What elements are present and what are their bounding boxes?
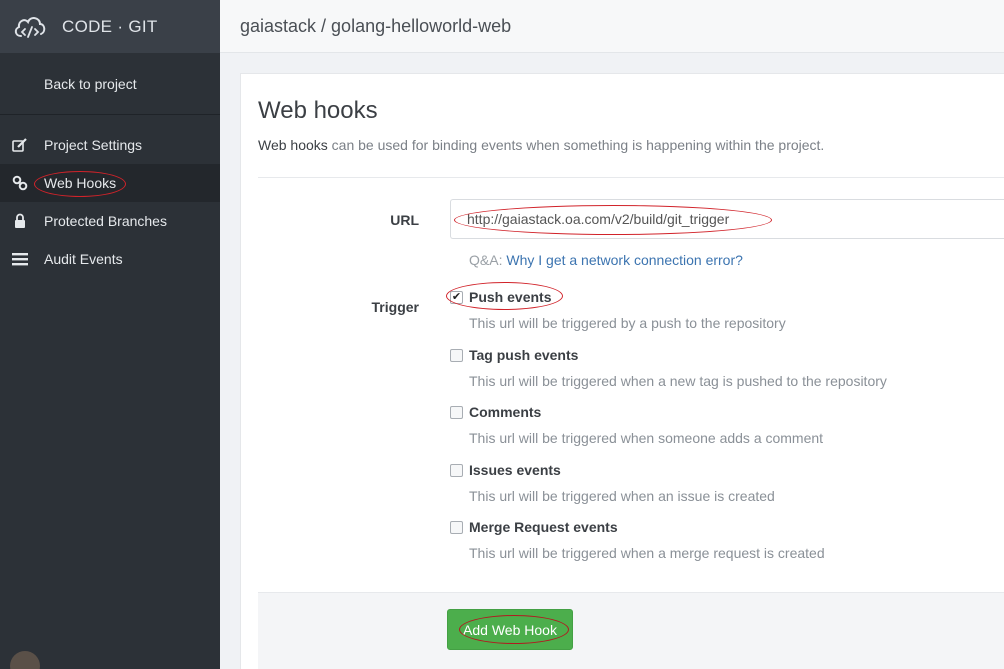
sidebar-item-web-hooks[interactable]: Web Hooks: [0, 164, 220, 202]
top-header: gaiastack / golang-helloworld-web: [220, 0, 1004, 53]
trigger-help: This url will be triggered by a push to …: [469, 315, 786, 331]
sidebar-item-project-settings[interactable]: Project Settings: [0, 126, 220, 164]
trigger-help: This url will be triggered when a merge …: [469, 545, 825, 561]
merge-request-events-checkbox[interactable]: [450, 521, 463, 534]
trigger-label: Trigger: [371, 299, 419, 315]
url-input[interactable]: [450, 199, 1004, 239]
page-description: Web hooks can be used for binding events…: [258, 137, 824, 153]
qa-help: Q&A: Why I get a network connection erro…: [469, 252, 743, 268]
trigger-title: Tag push events: [469, 347, 579, 363]
description-text: can be used for binding events when some…: [327, 137, 825, 153]
add-web-hook-button[interactable]: Add Web Hook: [447, 609, 573, 650]
list-icon: [12, 251, 28, 267]
breadcrumb: gaiastack / golang-helloworld-web: [240, 15, 512, 36]
qa-link[interactable]: Why I get a network connection error?: [506, 252, 743, 268]
sidebar-item-label: Protected Branches: [44, 213, 167, 229]
divider: [258, 177, 1004, 178]
lock-icon: [12, 213, 28, 229]
form-actions: [258, 592, 1004, 669]
issues-events-checkbox[interactable]: [450, 464, 463, 477]
sidebar: CODE · GIT Back to project Project Setti…: [0, 0, 220, 669]
link-icon: [12, 175, 28, 191]
sidebar-item-label: Project Settings: [44, 137, 143, 153]
url-label: URL: [390, 212, 419, 228]
trigger-title: Push events: [469, 289, 552, 305]
edit-icon: [12, 137, 28, 153]
brand-name: CODE · GIT: [62, 16, 158, 36]
trigger-help: This url will be triggered when someone …: [469, 430, 824, 446]
sidebar-item-protected-branches[interactable]: Protected Branches: [0, 202, 220, 240]
sidebar-item-audit-events[interactable]: Audit Events: [0, 240, 220, 278]
comments-checkbox[interactable]: [450, 406, 463, 419]
avatar[interactable]: [10, 651, 40, 669]
brand[interactable]: CODE · GIT: [0, 0, 220, 53]
trigger-title: Comments: [469, 404, 542, 420]
trigger-help: This url will be triggered when a new ta…: [469, 373, 887, 389]
push-events-checkbox[interactable]: ✔: [450, 291, 463, 304]
sidebar-item-label: Audit Events: [44, 251, 123, 267]
qa-prefix: Q&A:: [469, 252, 507, 268]
tag-push-events-checkbox[interactable]: [450, 349, 463, 362]
trigger-title: Issues events: [469, 462, 561, 478]
trigger-help: This url will be triggered when an issue…: [469, 488, 775, 504]
web-hooks-panel: Web hooks Web hooks can be used for bind…: [240, 73, 1004, 669]
sidebar-nav: Project Settings Web Hooks Protected Bra…: [0, 115, 220, 278]
description-strong: Web hooks: [258, 137, 328, 153]
back-to-project-link[interactable]: Back to project: [0, 53, 220, 115]
sidebar-item-label: Web Hooks: [44, 175, 117, 191]
trigger-title: Merge Request events: [469, 519, 618, 535]
page-title: Web hooks: [258, 97, 378, 124]
cloud-code-icon: [12, 12, 48, 42]
